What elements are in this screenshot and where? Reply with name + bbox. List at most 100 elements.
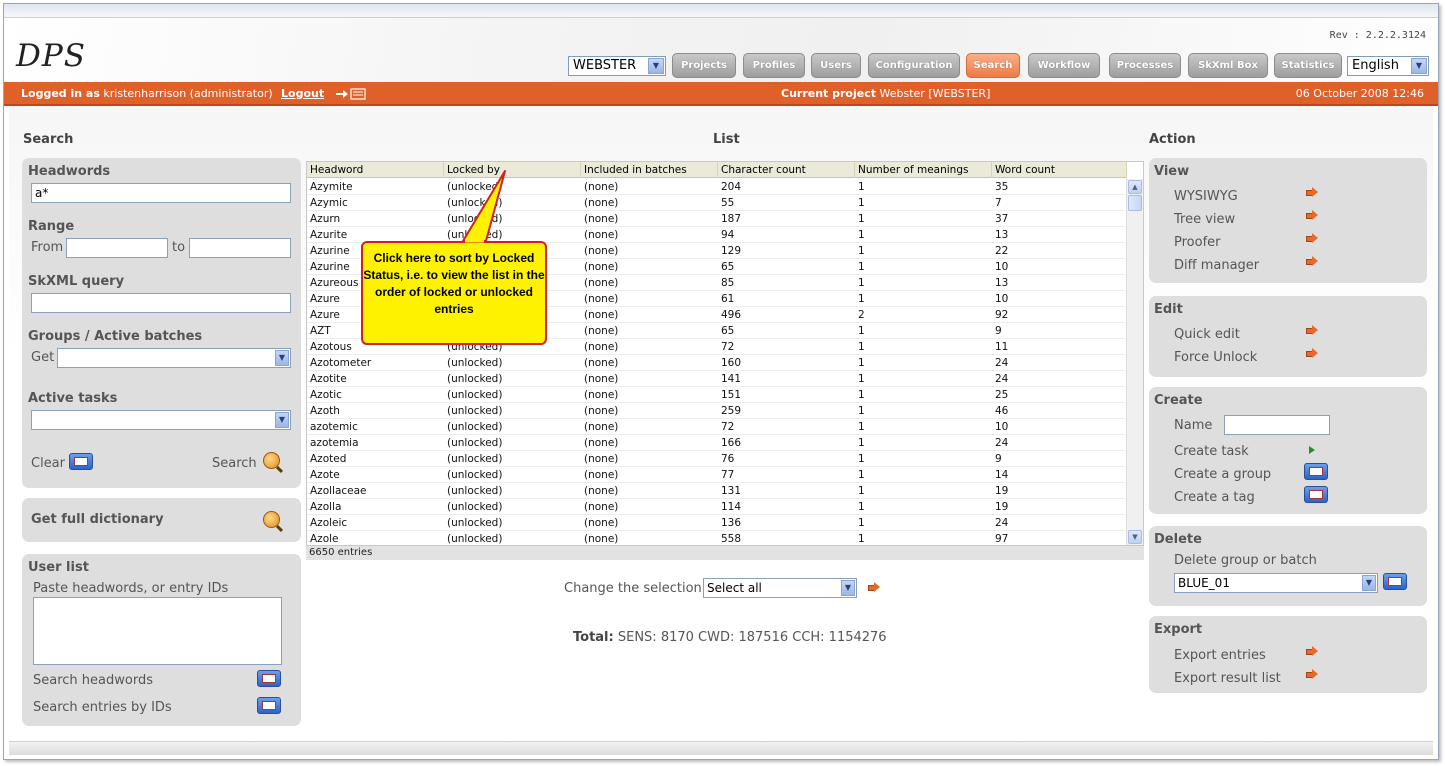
clear-icon[interactable] bbox=[69, 453, 93, 470]
table-row[interactable]: Azymite (unlocked) (none) 204 1 35 bbox=[307, 179, 1127, 195]
view-diff-manager[interactable]: Diff manager bbox=[1174, 258, 1259, 273]
skxml-query-input[interactable] bbox=[31, 293, 291, 313]
project-select[interactable]: WEBSTER ▼ bbox=[568, 56, 666, 76]
scroll-up-icon[interactable]: ▲ bbox=[1128, 180, 1142, 194]
search-icon[interactable] bbox=[263, 452, 280, 469]
quick-edit[interactable]: Quick edit bbox=[1174, 327, 1240, 342]
nav-projects[interactable]: Projects bbox=[672, 53, 736, 78]
full-dictionary-search-icon[interactable] bbox=[263, 511, 280, 528]
table-row[interactable]: Azote (unlocked) (none) 77 1 14 bbox=[307, 467, 1127, 483]
totals: Total: SENS: 8170 CWD: 187516 CCH: 11542… bbox=[573, 630, 887, 645]
full-dictionary-label[interactable]: Get full dictionary bbox=[31, 512, 164, 527]
view-proofer[interactable]: Proofer bbox=[1174, 235, 1221, 250]
nav-profiles[interactable]: Profiles bbox=[743, 53, 805, 78]
export-entries-arrow-icon[interactable] bbox=[1306, 646, 1318, 656]
cell-meanings: 1 bbox=[858, 277, 865, 289]
table-row[interactable]: azotemic (unlocked) (none) 72 1 10 bbox=[307, 419, 1127, 435]
active-tasks-select[interactable]: ▼ bbox=[31, 410, 291, 430]
export-result-list[interactable]: Export result list bbox=[1174, 671, 1281, 686]
nav-workflow[interactable]: Workflow bbox=[1028, 53, 1100, 78]
column-header-headword[interactable]: Headword bbox=[307, 162, 444, 178]
chevron-down-icon[interactable]: ▼ bbox=[648, 58, 664, 74]
view-tree[interactable]: Tree view bbox=[1174, 212, 1235, 227]
table-row[interactable]: Azoted (unlocked) (none) 76 1 9 bbox=[307, 451, 1127, 467]
range-from-input[interactable] bbox=[66, 238, 168, 258]
nav-search[interactable]: Search bbox=[966, 53, 1020, 78]
force-unlock[interactable]: Force Unlock bbox=[1174, 350, 1257, 365]
nav-statistics[interactable]: Statistics bbox=[1274, 53, 1342, 78]
logout-link[interactable]: Logout bbox=[281, 82, 324, 106]
column-header-batches[interactable]: Included in batches bbox=[581, 162, 718, 178]
create-task[interactable]: Create task bbox=[1174, 444, 1249, 459]
view-wysiwyg[interactable]: WYSIWYG bbox=[1174, 189, 1238, 204]
revision-label: Rev : 2.2.2.3124 bbox=[1329, 30, 1426, 41]
diff-manager-arrow-icon[interactable] bbox=[1306, 256, 1318, 266]
groups-select[interactable]: ▼ bbox=[57, 348, 291, 368]
language-select[interactable]: English ▼ bbox=[1347, 56, 1429, 76]
cell-meanings: 1 bbox=[858, 469, 865, 481]
quick-edit-arrow-icon[interactable] bbox=[1306, 325, 1318, 335]
table-row[interactable]: Azoleic (unlocked) (none) 136 1 24 bbox=[307, 515, 1127, 531]
table-row[interactable]: Azotite (unlocked) (none) 141 1 24 bbox=[307, 371, 1127, 387]
column-header-word-count[interactable]: Word count bbox=[992, 162, 1127, 178]
table-row[interactable]: Azotometer (unlocked) (none) 160 1 24 bbox=[307, 355, 1127, 371]
change-selection-select[interactable]: Select all ▼ bbox=[703, 578, 857, 598]
nav-configuration[interactable]: Configuration bbox=[868, 53, 960, 78]
apply-selection-arrow-icon[interactable] bbox=[868, 582, 880, 592]
table-row[interactable]: Azolla (unlocked) (none) 114 1 19 bbox=[307, 499, 1127, 515]
create-tag[interactable]: Create a tag bbox=[1174, 490, 1255, 505]
change-selection-value: Select all bbox=[707, 581, 762, 595]
search-ids-icon[interactable] bbox=[257, 697, 281, 714]
nav-users[interactable]: Users bbox=[811, 53, 861, 78]
scroll-down-icon[interactable]: ▼ bbox=[1128, 530, 1142, 544]
table-row[interactable]: Azymic (unlocked) (none) 55 1 7 bbox=[307, 195, 1127, 211]
headwords-input[interactable]: a* bbox=[31, 183, 291, 203]
table-row[interactable]: Azoth (unlocked) (none) 259 1 46 bbox=[307, 403, 1127, 419]
chevron-down-icon[interactable]: ▼ bbox=[841, 580, 855, 596]
wysiwyg-arrow-icon[interactable] bbox=[1306, 187, 1318, 197]
create-group-icon-inner bbox=[1309, 467, 1323, 476]
export-entries[interactable]: Export entries bbox=[1174, 648, 1266, 663]
chevron-down-icon[interactable]: ▼ bbox=[1411, 58, 1427, 74]
chevron-down-icon[interactable]: ▼ bbox=[1362, 575, 1376, 591]
clear-label[interactable]: Clear bbox=[31, 456, 65, 471]
create-group[interactable]: Create a group bbox=[1174, 467, 1271, 482]
create-name-input[interactable] bbox=[1224, 415, 1330, 435]
search-headwords-icon[interactable] bbox=[257, 670, 281, 687]
export-result-arrow-icon[interactable] bbox=[1306, 669, 1318, 679]
create-tag-icon[interactable] bbox=[1304, 486, 1328, 503]
total-label: Total: bbox=[573, 630, 614, 645]
table-row[interactable]: azotemia (unlocked) (none) 166 1 24 bbox=[307, 435, 1127, 451]
column-header-locked-by[interactable]: Locked by bbox=[444, 162, 581, 178]
delete-group-select[interactable]: BLUE_01 ▼ bbox=[1174, 573, 1378, 593]
cell-word-count: 9 bbox=[995, 325, 1002, 337]
search-ids-label[interactable]: Search entries by IDs bbox=[33, 700, 172, 715]
switch-project-icon[interactable] bbox=[334, 86, 368, 102]
create-group-icon[interactable] bbox=[1304, 463, 1328, 480]
table-row[interactable]: Azole (unlocked) (none) 558 1 97 bbox=[307, 531, 1127, 545]
force-unlock-arrow-icon[interactable] bbox=[1306, 348, 1318, 358]
tree-view-arrow-icon[interactable] bbox=[1306, 210, 1318, 220]
user-list-textarea[interactable] bbox=[33, 597, 282, 665]
cell-meanings: 1 bbox=[858, 245, 865, 257]
nav-processes[interactable]: Processes bbox=[1109, 53, 1181, 78]
create-task-play-icon[interactable] bbox=[1309, 446, 1315, 454]
table-row[interactable]: Azurn (unlocked) (none) 187 1 37 bbox=[307, 211, 1127, 227]
table-scrollbar[interactable]: ▲ ▼ bbox=[1126, 179, 1143, 545]
range-to-input[interactable] bbox=[189, 238, 291, 258]
scroll-thumb[interactable] bbox=[1128, 195, 1142, 211]
cell-headword: Azoleic bbox=[310, 517, 348, 529]
proofer-arrow-icon[interactable] bbox=[1306, 233, 1318, 243]
column-header-character-count[interactable]: Character count bbox=[718, 162, 855, 178]
create-title: Create bbox=[1154, 393, 1203, 408]
column-header-meanings[interactable]: Number of meanings bbox=[855, 162, 992, 178]
chevron-down-icon[interactable]: ▼ bbox=[275, 350, 289, 366]
delete-icon[interactable] bbox=[1383, 573, 1407, 590]
chevron-down-icon[interactable]: ▼ bbox=[275, 412, 289, 428]
table-row[interactable]: Azollaceae (unlocked) (none) 131 1 19 bbox=[307, 483, 1127, 499]
table-row[interactable]: Azotic (unlocked) (none) 151 1 25 bbox=[307, 387, 1127, 403]
cell-locked-by: (unlocked) bbox=[447, 405, 503, 417]
nav-skxml-box[interactable]: SkXml Box bbox=[1188, 53, 1268, 78]
search-label[interactable]: Search bbox=[212, 456, 257, 471]
search-headwords-label[interactable]: Search headwords bbox=[33, 673, 153, 688]
